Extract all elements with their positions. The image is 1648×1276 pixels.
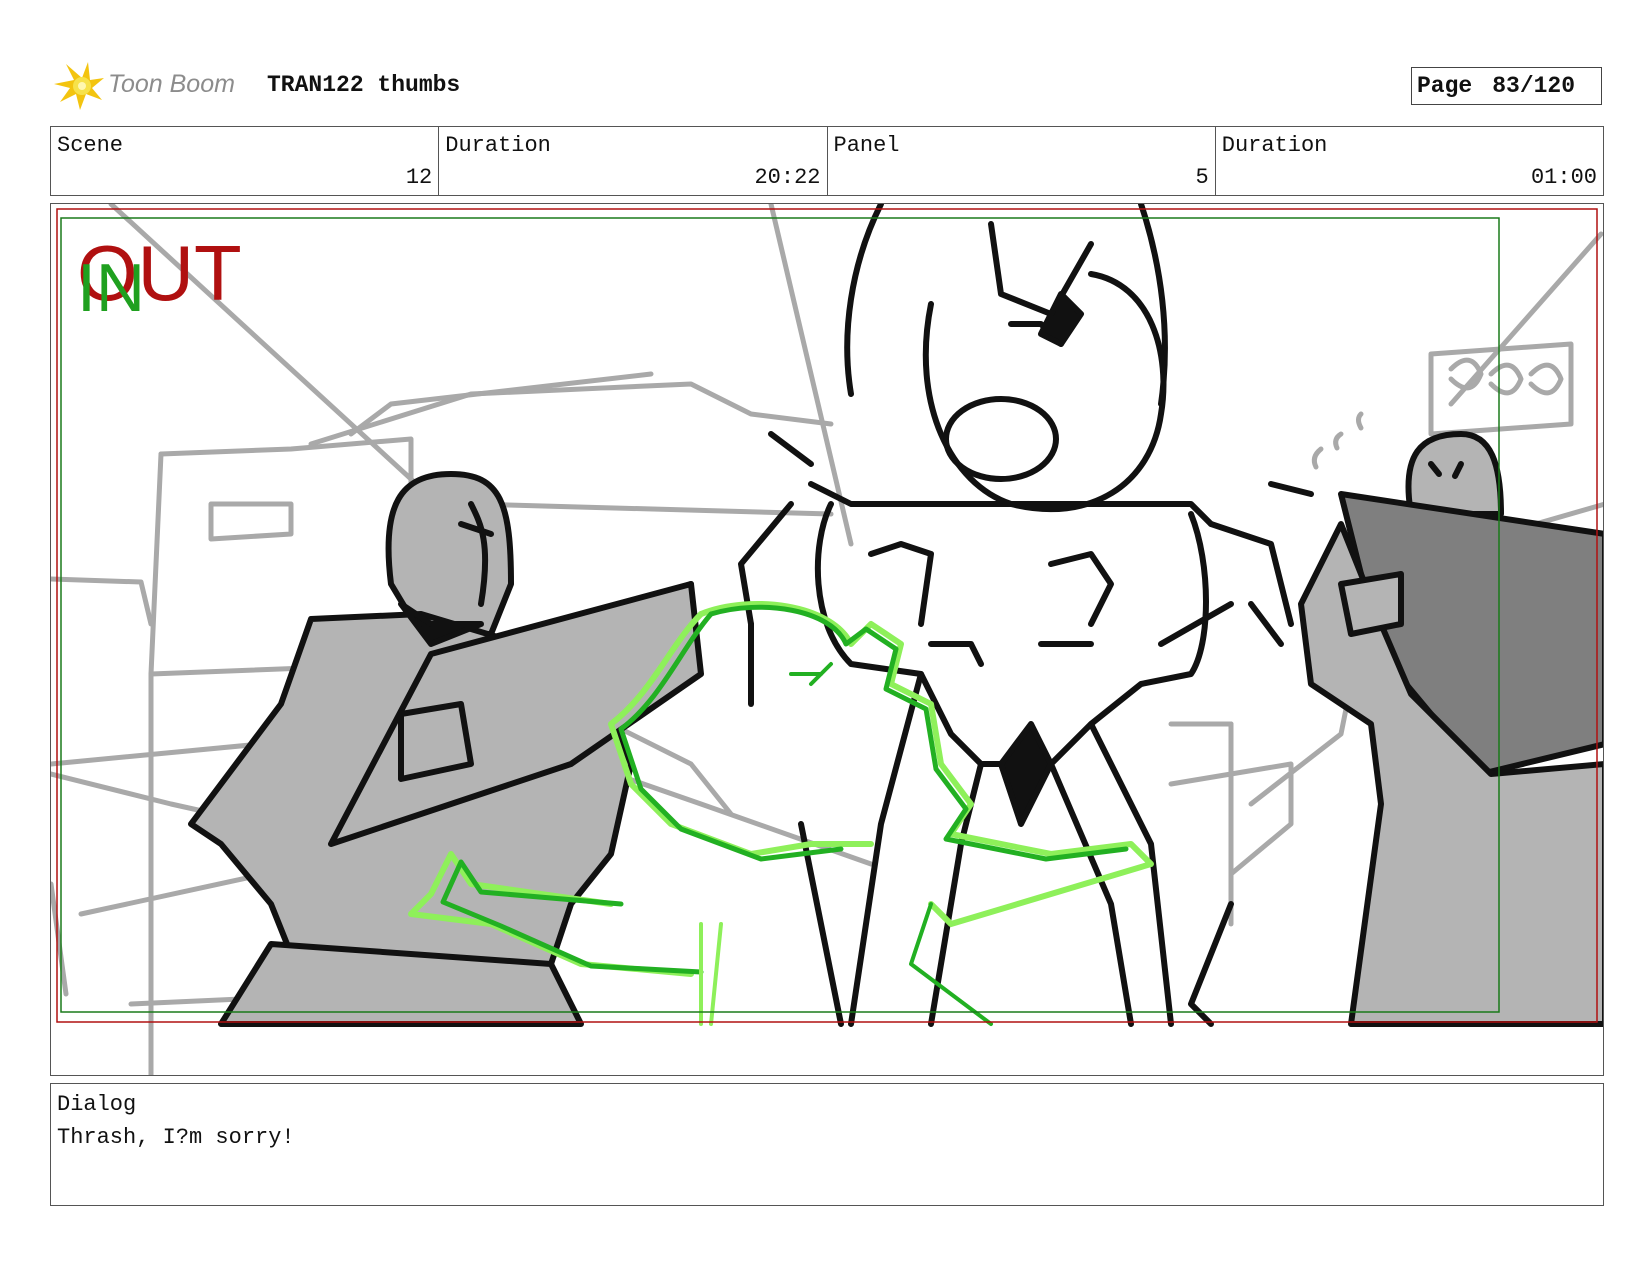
brand-name: Toon Boom bbox=[108, 70, 235, 98]
page-label: Page bbox=[1417, 73, 1473, 99]
panel-label: Panel bbox=[833, 133, 900, 158]
in-out-marker: OUT IN bbox=[77, 234, 277, 334]
scene-duration-label: Duration bbox=[445, 133, 551, 158]
panel-duration-label: Duration bbox=[1221, 133, 1328, 158]
page-indicator: Page 83/120 bbox=[1411, 67, 1602, 105]
storyboard-panel: OUT IN bbox=[50, 203, 1604, 1076]
panel-duration-value: 01:00 bbox=[1530, 165, 1597, 190]
scene-cell: Scene 12 bbox=[51, 127, 440, 195]
dialog-label: Dialog bbox=[57, 1092, 137, 1117]
panel-info-strip: Scene 12 Duration 20:22 Panel 5 Duration… bbox=[50, 126, 1604, 196]
panel-sketch bbox=[51, 204, 1603, 1075]
in-marker: IN bbox=[77, 250, 145, 326]
scene-value: 12 bbox=[405, 165, 433, 190]
scene-duration-value: 20:22 bbox=[754, 165, 821, 190]
right-soldier bbox=[1298, 431, 1603, 1027]
dialog-text: Thrash, I?m sorry! bbox=[57, 1125, 295, 1150]
panel-value: 5 bbox=[1195, 165, 1209, 190]
page-number: 83/120 bbox=[1492, 73, 1576, 99]
dialog-box: Dialog Thrash, I?m sorry! bbox=[50, 1083, 1604, 1206]
left-soldier bbox=[188, 471, 704, 1027]
panel-duration-cell: Duration 01:00 bbox=[1216, 127, 1603, 195]
scene-duration-cell: Duration 20:22 bbox=[439, 127, 828, 195]
project-title: TRAN122 thumbs bbox=[267, 72, 461, 98]
scene-label: Scene bbox=[57, 133, 124, 158]
panel-cell: Panel 5 bbox=[828, 127, 1216, 195]
